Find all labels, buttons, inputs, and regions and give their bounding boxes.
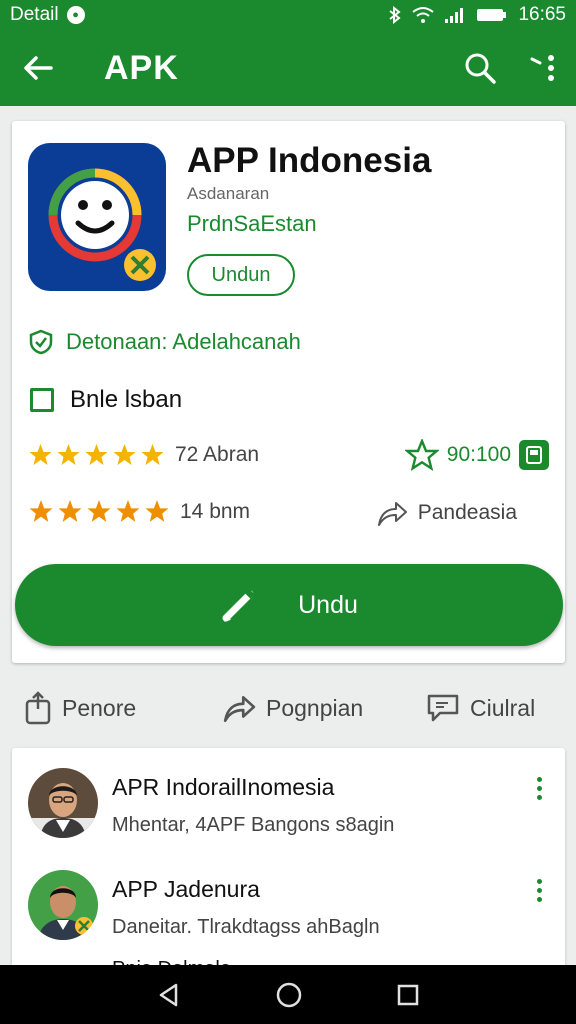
star-icon	[57, 444, 80, 465]
action-pognpian[interactable]: Pognpian	[222, 693, 363, 723]
overflow-menu-button[interactable]	[512, 30, 576, 106]
back-button[interactable]	[0, 30, 76, 106]
download-pen-icon	[222, 588, 255, 622]
score-row[interactable]: 90:100	[404, 439, 549, 471]
app-name: APP Indonesia	[187, 141, 432, 180]
signal-icon	[445, 8, 464, 23]
star-icon	[116, 500, 140, 522]
developer-name[interactable]: Asdanaran	[187, 184, 269, 204]
star-icon	[85, 444, 108, 465]
share-link[interactable]: Pandeasia	[376, 499, 517, 527]
avatar	[28, 768, 98, 838]
review-subtitle: Mhentar, 4APF Bangons s8agin	[112, 814, 395, 836]
share-label: Pandeasia	[417, 501, 517, 524]
rating-count: 72 Abran	[175, 443, 260, 466]
rating-row-secondary: 14 bnm	[28, 499, 250, 524]
share-arrow-icon	[377, 502, 407, 526]
share-box-icon	[25, 691, 51, 725]
review-name: APR IndorailInomesia	[112, 774, 335, 800]
app-bar: APK	[0, 30, 576, 106]
review-subtitle: Daneitar. Tlrakdtagss ahBagln	[112, 916, 380, 938]
more-vert-icon[interactable]	[525, 874, 553, 906]
star-outline-icon	[404, 439, 439, 471]
app-category[interactable]: PrdnSaEstan	[187, 211, 317, 237]
review-name: APP Jadenura	[112, 876, 260, 902]
checkbox-row[interactable]: Bnle lsban	[30, 386, 182, 414]
secondary-actions: Penore Pognpian Ciulral	[0, 678, 576, 738]
star-icon	[145, 500, 169, 522]
notification-icon: ●	[66, 6, 85, 24]
status-bar: Detail ● 16:65	[0, 0, 576, 30]
star-icon	[29, 444, 52, 465]
checkbox[interactable]	[30, 388, 54, 412]
action-ciulral[interactable]: Ciulral	[426, 693, 535, 723]
page-title: APK	[104, 48, 179, 87]
bluetooth-icon	[389, 6, 402, 24]
score-badge-icon	[519, 440, 549, 470]
shield-check-icon	[29, 329, 53, 355]
app-icon	[28, 143, 166, 291]
action-label: Pognpian	[266, 694, 364, 721]
carrier-label: Detail	[10, 4, 59, 25]
battery-icon	[477, 9, 507, 21]
reviews-list: APR IndorailInomesia Mhentar, 4APF Bango…	[12, 748, 565, 988]
star-rating	[28, 443, 165, 467]
nav-recents-icon[interactable]	[396, 983, 420, 1007]
list-item[interactable]: APR IndorailInomesia Mhentar, 4APF Bango…	[12, 748, 565, 848]
app-detail-card: APP Indonesia Asdanaran PrdnSaEstan Undu…	[12, 121, 565, 663]
star-rating-secondary	[28, 499, 170, 524]
forward-icon	[223, 696, 256, 723]
nav-home-icon[interactable]	[275, 981, 303, 1009]
verified-text: Detonaan: Adelahcanah	[66, 329, 301, 354]
arrow-back-icon	[24, 56, 53, 80]
rating-row-primary: 72 Abran	[28, 443, 259, 467]
star-icon	[29, 500, 53, 522]
star-icon	[58, 500, 82, 522]
score-value: 90:100	[446, 443, 511, 466]
rating-count-secondary: 14 bnm	[180, 499, 251, 523]
star-icon	[87, 500, 111, 522]
star-icon	[141, 444, 164, 465]
install-button[interactable]: Undu	[15, 564, 563, 646]
verified-row: Detonaan: Adelahcanah	[28, 329, 301, 355]
action-label: Ciulral	[470, 694, 536, 721]
search-icon	[465, 53, 496, 84]
clock: 16:65	[518, 4, 566, 25]
more-vert-icon[interactable]	[525, 772, 553, 804]
action-label: Penore	[62, 694, 137, 721]
avatar	[28, 870, 98, 940]
search-button[interactable]	[448, 30, 512, 106]
star-icon	[113, 444, 136, 465]
list-item[interactable]: APP Jadenura Daneitar. Tlrakdtagss ahBag…	[12, 850, 565, 950]
wifi-icon	[412, 7, 435, 23]
install-pill-button[interactable]: Undun	[187, 254, 295, 296]
action-penore[interactable]: Penore	[24, 691, 136, 725]
install-button-label: Undu	[298, 590, 358, 619]
more-vert-icon	[530, 55, 554, 81]
chat-icon	[427, 694, 459, 722]
smiley-logo-icon	[48, 168, 156, 281]
system-navigation-bar	[0, 965, 576, 1024]
checkbox-label: Bnle lsban	[70, 386, 183, 413]
nav-back-icon[interactable]	[156, 982, 182, 1008]
